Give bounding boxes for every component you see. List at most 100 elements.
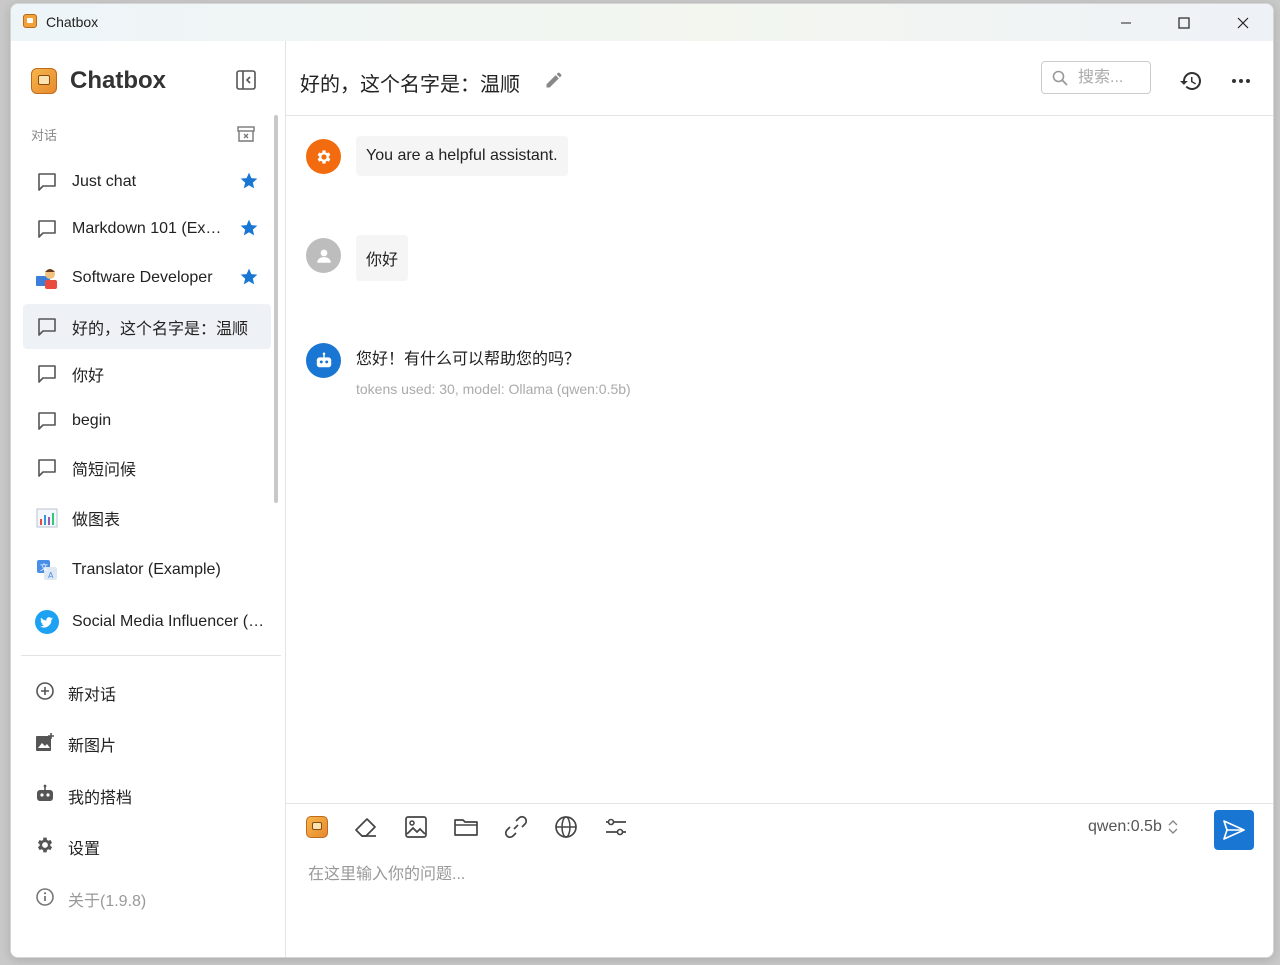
attach-image-button[interactable]	[403, 814, 429, 840]
clear-conversations-button[interactable]	[236, 125, 256, 143]
settings-button[interactable]: 设置	[23, 825, 271, 869]
sidebar-collapse-icon	[236, 70, 256, 90]
chat-title: 好的，这个名字是：温顺	[300, 74, 520, 96]
session-label: 简短问候	[72, 461, 137, 479]
chat-header: 好的，这个名字是：温顺	[286, 41, 1273, 116]
edit-icon[interactable]	[544, 70, 564, 90]
star-icon[interactable]	[239, 267, 259, 287]
sidebar-scrollbar[interactable]	[274, 115, 278, 503]
chat-settings-button[interactable]	[603, 814, 629, 840]
session-item[interactable]: begin	[23, 398, 271, 443]
developer-avatar-icon	[35, 266, 59, 290]
session-item[interactable]: Just chat	[23, 159, 271, 204]
robot-icon	[35, 784, 55, 809]
twitter-icon	[35, 609, 59, 634]
more-options-button[interactable]	[1229, 69, 1253, 93]
model-selector[interactable]: qwen:0.5b	[1088, 818, 1180, 836]
copilot-logo-button[interactable]	[304, 814, 330, 840]
settings-label: 设置	[68, 841, 101, 858]
chart-icon	[35, 506, 59, 530]
maximize-icon	[1178, 16, 1190, 29]
gear-icon	[35, 835, 55, 860]
chatbox-logo-icon	[306, 816, 328, 838]
session-label: Social Media Influencer (Example)	[72, 612, 266, 630]
info-icon	[35, 887, 55, 912]
person-icon	[316, 249, 331, 263]
new-image-button[interactable]: 新图片	[23, 722, 271, 766]
add-photo-icon	[35, 732, 55, 757]
session-item[interactable]: Software Developer	[23, 255, 271, 300]
chat-bubble-icon	[35, 315, 59, 339]
clear-context-button[interactable]	[353, 814, 379, 840]
title-bar: Chatbox	[11, 4, 1273, 41]
chat-bubble-icon	[35, 362, 59, 386]
system-avatar	[306, 139, 341, 174]
session-item[interactable]: Social Media Influencer (Example)	[23, 599, 271, 644]
star-icon[interactable]	[239, 171, 259, 191]
folder-icon	[454, 819, 478, 836]
web-search-button[interactable]	[553, 814, 579, 840]
star-icon[interactable]	[239, 218, 259, 238]
add-circle-icon	[35, 681, 55, 706]
session-item[interactable]: 你好	[23, 351, 271, 396]
svg-text:文: 文	[40, 562, 48, 572]
globe-icon	[555, 816, 577, 838]
session-item[interactable]: Markdown 101 (Example)	[23, 206, 271, 251]
collapse-sidebar-button[interactable]	[235, 69, 257, 91]
attach-link-button[interactable]	[503, 814, 529, 840]
new-chat-button[interactable]: 新对话	[23, 671, 271, 715]
brand: Chatbox	[31, 67, 166, 95]
search-icon	[1052, 70, 1068, 86]
attach-file-button[interactable]	[453, 814, 479, 840]
about-label: 关于(1.9.8)	[68, 893, 147, 910]
maximize-button[interactable]	[1155, 4, 1213, 41]
message-bubble: 你好	[356, 235, 409, 281]
brand-name: Chatbox	[70, 67, 166, 94]
unfold-icon	[1168, 820, 1178, 834]
sidebar: Chatbox 对话 Just chat Markdown 101 (Examp…	[11, 41, 286, 957]
app-window: Chatbox Chatbox 对话 Just chat Markdown 10…	[10, 3, 1274, 958]
minimize-button[interactable]	[1097, 4, 1155, 41]
archive-icon	[237, 126, 255, 142]
robot-icon	[316, 352, 331, 367]
about-button[interactable]: 关于(1.9.8)	[23, 877, 271, 921]
session-label: begin	[72, 411, 112, 429]
app-icon	[23, 14, 37, 28]
message-meta: tokens used: 30, model: Ollama (qwen:0.5…	[356, 381, 631, 397]
chat-bubble-icon	[35, 217, 59, 241]
new-chat-label: 新对话	[68, 687, 117, 704]
session-item[interactable]: 文A Translator (Example)	[23, 547, 271, 592]
sidebar-divider	[21, 655, 281, 656]
link-icon	[504, 815, 528, 839]
session-item[interactable]: 简短问候	[23, 445, 271, 490]
session-label: Just chat	[72, 172, 137, 190]
chat-bubble-icon	[35, 170, 59, 194]
session-item-active[interactable]: 好的，这个名字是：温顺	[23, 304, 271, 349]
new-image-label: 新图片	[68, 738, 117, 755]
chat-bubble-icon	[35, 409, 59, 433]
search-box[interactable]	[1041, 61, 1151, 94]
close-icon	[1237, 17, 1249, 28]
assistant-avatar	[306, 343, 341, 378]
input-area: qwen:0.5b	[286, 803, 1273, 957]
session-item[interactable]: 做图表	[23, 495, 271, 540]
user-avatar	[306, 238, 341, 273]
model-selector-label: qwen:0.5b	[1088, 818, 1162, 835]
history-button[interactable]	[1179, 69, 1203, 93]
chat-bubble-icon	[35, 456, 59, 480]
my-copilots-button[interactable]: 我的搭档	[23, 774, 271, 818]
search-input[interactable]	[1076, 67, 1150, 88]
sliders-icon	[606, 818, 626, 836]
more-horizontal-icon	[1232, 79, 1250, 83]
chat-main: 好的，这个名字是：温顺 You are a helpful assistant.	[286, 41, 1273, 957]
translate-icon: 文A	[35, 558, 59, 582]
session-label: Translator (Example)	[72, 560, 221, 578]
gear-icon	[317, 149, 330, 164]
close-button[interactable]	[1214, 4, 1272, 41]
message-input[interactable]	[306, 858, 1070, 922]
session-label: Markdown 101 (Example)	[72, 219, 228, 237]
session-label: 好的，这个名字是：温顺	[72, 320, 249, 338]
history-icon	[1180, 71, 1202, 90]
image-icon	[405, 816, 427, 838]
send-button[interactable]	[1214, 810, 1254, 850]
